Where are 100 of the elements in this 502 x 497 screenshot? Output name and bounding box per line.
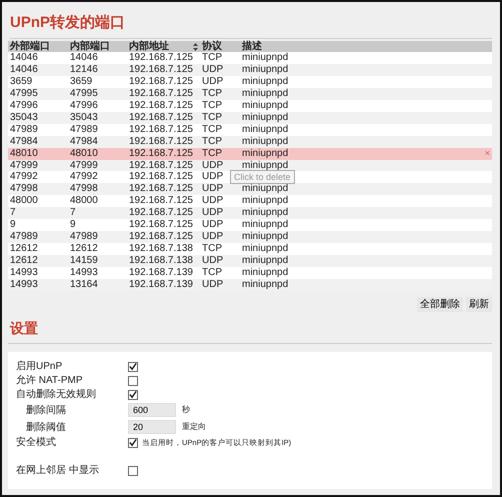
tooltip: Click to delete (230, 170, 295, 184)
table-cell: 47998 (10, 183, 38, 194)
setting-label: 在网上邻居 中显示 (16, 464, 100, 478)
table-cell: 192.168.7.125 (129, 148, 193, 159)
checkbox[interactable] (128, 376, 138, 386)
table-cell: miniupnpd (242, 254, 288, 266)
table-cell: miniupnpd (242, 242, 288, 254)
table-cell: 192.168.7.139 (129, 278, 193, 290)
setting-label: 启用UPnP (16, 360, 64, 374)
table-cell: 14993 (10, 266, 38, 278)
table-cell: TCP (202, 242, 222, 254)
table-cell: 7 (10, 207, 16, 218)
checkbox[interactable] (128, 438, 138, 448)
table-cell: 14046 (70, 52, 98, 64)
table-cell: miniupnpd (242, 219, 288, 230)
table-cell: 192.168.7.138 (129, 242, 193, 254)
table-cell: TCP (202, 100, 222, 112)
table-cell: miniupnpd (242, 112, 288, 123)
table-cell: 47992 (10, 171, 38, 182)
table-cell: miniupnpd (242, 136, 288, 147)
table-cell: miniupnpd (242, 231, 288, 242)
table-cell: 14046 (10, 64, 38, 76)
table-cell: 13164 (70, 278, 98, 290)
number-field[interactable]: 600 (128, 403, 176, 418)
table-cell: 47989 (70, 124, 98, 135)
table-cell: UDP (202, 219, 224, 230)
table-cell: UDP (202, 278, 224, 290)
table-cell: 192.168.7.138 (129, 254, 193, 266)
table-cell: 35043 (10, 112, 38, 123)
table-cell: TCP (202, 148, 222, 159)
table-cell: 9 (70, 219, 76, 230)
table-cell: 47999 (10, 160, 38, 171)
table-cell: 12612 (10, 242, 38, 254)
table-cell: 7 (70, 207, 76, 218)
table-cell: TCP (202, 88, 222, 100)
table-cell: UDP (202, 231, 224, 242)
table-cell: 192.168.7.125 (129, 76, 193, 88)
table-cell: 47995 (10, 88, 38, 100)
table-cell: 192.168.7.125 (129, 183, 193, 194)
table-cell: 47989 (10, 231, 38, 242)
table-cell: UDP (202, 195, 224, 206)
sort-icon[interactable] (193, 42, 198, 50)
table-cell: 192.168.7.125 (129, 195, 193, 206)
checkbox[interactable] (128, 390, 138, 400)
table-cell: miniupnpd (242, 124, 288, 135)
table-cell: 192.168.7.125 (129, 112, 193, 123)
table-cell: 192.168.7.125 (129, 136, 193, 147)
table-cell: UDP (202, 183, 224, 194)
table-cell: 14993 (70, 266, 98, 278)
table-cell: 12612 (10, 254, 38, 266)
table-cell: 192.168.7.125 (129, 219, 193, 230)
setting-label: 删除间隔 (25, 404, 67, 418)
table-cell: UDP (202, 76, 224, 88)
table-cell: 192.168.7.125 (129, 124, 193, 135)
table-cell: UDP (202, 64, 224, 76)
table-cell: 48000 (10, 195, 38, 206)
table-cell: 47999 (70, 160, 98, 171)
table-cell: miniupnpd (242, 278, 288, 290)
page-title: UPnP转发的端口 (10, 12, 492, 38)
table-cell: 47984 (10, 136, 38, 147)
table-cell: 14993 (10, 278, 38, 290)
table-cell: 192.168.7.125 (129, 231, 193, 242)
table-cell: TCP (202, 124, 222, 135)
table-cell: TCP (202, 52, 222, 64)
table-cell: miniupnpd (242, 183, 288, 194)
table-cell: 47992 (70, 171, 98, 182)
setting-label: 安全模式 (16, 436, 57, 450)
table-cell: 9 (10, 219, 16, 230)
table-cell: 14046 (10, 52, 38, 64)
table-cell: 47995 (70, 88, 98, 100)
table-cell: 14159 (70, 254, 98, 266)
table-cell: 47984 (70, 136, 98, 147)
column-header[interactable]: 描述 (242, 40, 262, 52)
number-field[interactable]: 20 (128, 420, 176, 434)
table-cell: 12612 (70, 242, 98, 254)
setting-label: 自动删除无效规则 (16, 388, 97, 402)
table-cell: miniupnpd (242, 266, 288, 278)
table-cell: 48010 (70, 148, 98, 159)
table-cell: UDP (202, 160, 224, 171)
checkbox[interactable] (128, 362, 138, 372)
table-cell: 3659 (70, 76, 92, 88)
unit-label: 重定向 (182, 421, 206, 434)
table-cell: 192.168.7.125 (129, 52, 193, 64)
table-cell: 192.168.7.125 (129, 88, 193, 100)
table-cell: TCP (202, 136, 222, 147)
action-button[interactable]: 全部删除 (417, 296, 463, 312)
table-cell: 47989 (70, 231, 98, 242)
table-cell: UDP (202, 207, 224, 218)
table-cell: 192.168.7.125 (129, 64, 193, 76)
table-cell: 192.168.7.125 (129, 171, 193, 182)
checkbox[interactable] (128, 466, 138, 476)
table-cell: 48010 (10, 148, 38, 159)
setting-label: 允许 NAT-PMP (16, 374, 84, 388)
table-cell: miniupnpd (242, 76, 288, 88)
table-cell: 47998 (70, 183, 98, 194)
action-button[interactable]: 刷新 (466, 296, 492, 312)
table-cell: TCP (202, 266, 222, 278)
table-cell: 3659 (10, 76, 32, 88)
table-cell: miniupnpd (242, 160, 288, 171)
table-cell: miniupnpd (242, 52, 288, 64)
